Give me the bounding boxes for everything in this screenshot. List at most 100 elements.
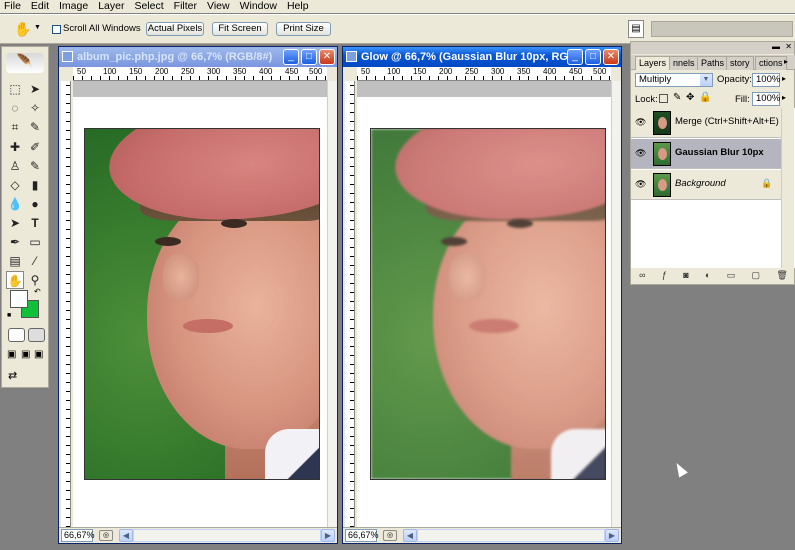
doc2-canvas[interactable]	[357, 81, 611, 527]
pen-tool-icon[interactable]: ✒	[6, 233, 24, 251]
doc1-canvas[interactable]	[73, 81, 327, 527]
doc1-maximize-button[interactable]: □	[301, 49, 317, 65]
delete-layer-icon[interactable]: 🗑	[776, 270, 787, 284]
screen-mode-full-icon[interactable]: ▣	[34, 349, 43, 360]
gradient-tool-icon[interactable]: ▮	[26, 176, 44, 194]
fill-slider-icon[interactable]: ▸	[782, 93, 786, 102]
palette-close-icon[interactable]: ✕	[785, 42, 792, 51]
path-selection-tool-icon[interactable]: ➤	[6, 214, 24, 232]
tab-channels[interactable]: nnels	[669, 56, 699, 70]
tab-paths[interactable]: Paths	[697, 56, 729, 70]
doc1-close-button[interactable]: ✕	[319, 49, 335, 65]
eyedropper-tool-icon[interactable]: ⁄	[26, 252, 44, 270]
visibility-eye-icon[interactable]: 👁	[635, 148, 646, 158]
menu-select[interactable]: Select	[130, 0, 169, 13]
lock-transparent-icon[interactable]	[659, 94, 668, 103]
adjustment-layer-icon[interactable]: ◐	[705, 270, 710, 284]
doc2-scroll-left-icon[interactable]: ◀	[403, 529, 417, 542]
default-colors-icon[interactable]: ■	[7, 312, 11, 319]
doc1-zoom-field[interactable]: 66,67%	[61, 529, 95, 542]
doc1-horizontal-scrollbar[interactable]	[133, 529, 321, 542]
swap-colors-icon[interactable]: ↶	[34, 287, 41, 296]
doc1-minimize-button[interactable]: _	[283, 49, 299, 65]
menu-window[interactable]: Window	[236, 0, 283, 13]
doc2-status-menu-icon[interactable]: ◎	[383, 530, 397, 541]
menu-filter[interactable]: Filter	[170, 0, 203, 13]
blend-mode-select[interactable]: Multiply ▼	[635, 73, 713, 87]
doc2-scroll-right-icon[interactable]: ▶	[605, 529, 619, 542]
standard-mode-icon[interactable]	[8, 328, 25, 342]
slice-tool-icon[interactable]: ✎	[26, 118, 44, 136]
foreground-color-swatch[interactable]	[10, 290, 28, 308]
palette-minimize-icon[interactable]: ▬	[772, 42, 780, 51]
doc1-photo[interactable]	[84, 128, 320, 480]
shape-tool-icon[interactable]: ▭	[26, 233, 44, 251]
doc1-scroll-right-icon[interactable]: ▶	[321, 529, 335, 542]
doc2-minimize-button[interactable]: _	[567, 49, 583, 65]
menu-view[interactable]: View	[203, 0, 236, 13]
hand-tool-button-icon[interactable]: ✋	[6, 271, 24, 289]
doc2-close-button[interactable]: ✕	[603, 49, 619, 65]
menu-layer[interactable]: Layer	[94, 0, 130, 13]
fit-screen-button[interactable]: Fit Screen	[212, 22, 268, 36]
opacity-slider-icon[interactable]: ▸	[782, 74, 786, 83]
doc1-status-menu-icon[interactable]: ◎	[99, 530, 113, 541]
scroll-all-windows-checkbox[interactable]	[52, 25, 61, 34]
lock-position-icon[interactable]: ✥	[686, 92, 694, 103]
clone-stamp-tool-icon[interactable]: ♙	[6, 157, 24, 175]
menu-image[interactable]: Image	[55, 0, 94, 13]
layer-row-gaussian-blur[interactable]: 👁 Gaussian Blur 10px	[631, 139, 781, 169]
move-tool-icon[interactable]: ➤	[26, 80, 44, 98]
link-layers-icon[interactable]: ∞	[639, 270, 645, 284]
doc2-zoom-field[interactable]: 66,67%	[345, 529, 379, 542]
jump-to-imageready-icon[interactable]: ⇄	[8, 369, 17, 382]
doc2-photo[interactable]	[370, 128, 606, 480]
doc2-maximize-button[interactable]: □	[585, 49, 601, 65]
tab-history[interactable]: story	[726, 56, 754, 70]
layer-row-merge[interactable]: 👁 Merge (Ctrl+Shift+Alt+E)	[631, 108, 781, 138]
lock-image-icon[interactable]: ✎	[673, 92, 681, 103]
opacity-field[interactable]: 100%	[752, 73, 780, 87]
layer-row-background[interactable]: 👁 Background 🔒	[631, 170, 781, 200]
visibility-eye-icon[interactable]: 👁	[635, 179, 646, 189]
quick-mask-mode-icon[interactable]	[28, 328, 45, 342]
screen-mode-menubar-icon[interactable]: ▣	[21, 349, 30, 360]
crop-tool-icon[interactable]: ⌗	[6, 118, 24, 136]
marquee-tool-icon[interactable]: ⬚	[6, 80, 24, 98]
new-group-icon[interactable]: ▭	[727, 270, 736, 284]
notes-tool-icon[interactable]: ▤	[6, 252, 24, 270]
menu-file[interactable]: File	[0, 0, 27, 13]
tab-layers[interactable]: Layers	[635, 56, 671, 70]
layer-list-scrollbar[interactable]	[781, 108, 794, 268]
file-browser-icon[interactable]: ▤	[628, 20, 644, 38]
visibility-eye-icon[interactable]: 👁	[635, 117, 646, 127]
eraser-tool-icon[interactable]: ◇	[6, 176, 24, 194]
type-tool-icon[interactable]: T	[26, 214, 44, 232]
blur-tool-icon[interactable]: 💧	[6, 195, 24, 213]
new-layer-icon[interactable]: ▢	[752, 270, 761, 284]
dodge-tool-icon[interactable]: ●	[26, 195, 44, 213]
menu-edit[interactable]: Edit	[27, 0, 55, 13]
magic-wand-tool-icon[interactable]: ✧	[26, 99, 44, 117]
palette-menu-icon[interactable]: ▸	[784, 57, 788, 66]
tab-actions[interactable]: ctions	[755, 56, 787, 70]
doc1-scroll-left-icon[interactable]: ◀	[119, 529, 133, 542]
screen-mode-standard-icon[interactable]: ▣	[7, 349, 16, 360]
fill-field[interactable]: 100%	[752, 92, 780, 106]
tool-preset-dropdown-icon[interactable]: ▼	[34, 24, 41, 31]
actual-pixels-button[interactable]: Actual Pixels	[146, 22, 204, 36]
layer-mask-icon[interactable]: ◙	[683, 270, 688, 284]
palette-header[interactable]: ▬ ✕	[631, 42, 794, 54]
menu-help[interactable]: Help	[283, 0, 315, 13]
history-brush-tool-icon[interactable]: ✎	[26, 157, 44, 175]
lock-all-icon[interactable]: 🔒	[699, 92, 711, 103]
layer-style-icon[interactable]: ƒ	[662, 270, 667, 284]
doc2-horizontal-scrollbar[interactable]	[417, 529, 605, 542]
print-size-button[interactable]: Print Size	[276, 22, 331, 36]
doc1-vertical-scrollbar[interactable]	[327, 81, 337, 527]
lasso-tool-icon[interactable]: ◌	[6, 99, 24, 117]
healing-brush-tool-icon[interactable]: ✚	[6, 138, 24, 156]
hand-tool-icon[interactable]: ✋	[14, 21, 31, 38]
brush-tool-icon[interactable]: ✐	[26, 138, 44, 156]
doc2-vertical-scrollbar[interactable]	[611, 81, 621, 527]
